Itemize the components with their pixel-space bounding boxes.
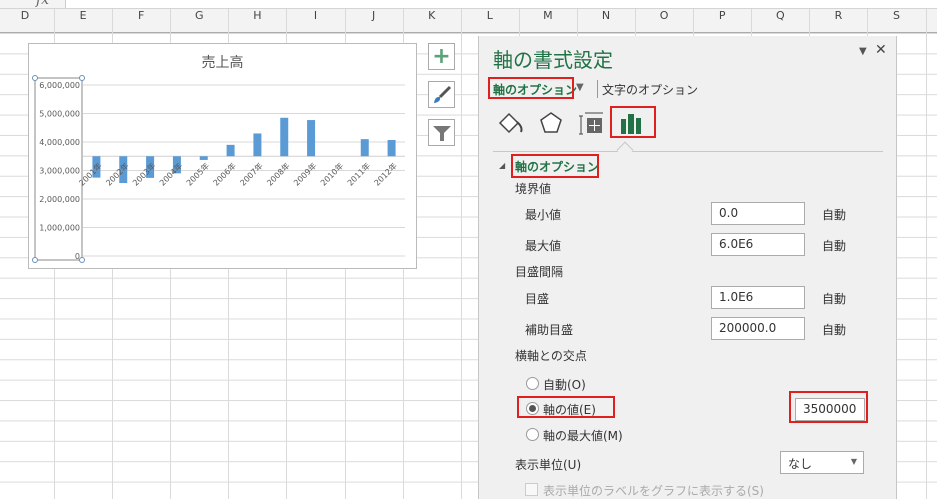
- formula-bar[interactable]: fx: [0, 0, 937, 9]
- highlight-box: [517, 396, 615, 418]
- x-tick-label: 2011年: [345, 161, 372, 188]
- chart-filters-button[interactable]: [428, 119, 455, 146]
- filter-icon: [432, 125, 451, 141]
- y-tick-label: 5,000,000: [39, 110, 80, 119]
- display-units-select[interactable]: なし ▼: [780, 451, 864, 474]
- minor-label: 補助目盛: [525, 323, 574, 337]
- y-tick-label: 4,000,000: [39, 138, 80, 147]
- x-tick-label: 2007年: [238, 161, 265, 188]
- fx-icon[interactable]: fx: [36, 0, 49, 8]
- column-header-H[interactable]: H: [228, 9, 286, 22]
- column-header-R[interactable]: R: [809, 9, 867, 22]
- major-auto-label: 自動: [822, 292, 847, 306]
- column-header-G[interactable]: G: [170, 9, 228, 22]
- display-units-value: なし: [788, 457, 813, 471]
- bar: [199, 156, 208, 160]
- tab-text-options[interactable]: 文字のオプション: [602, 81, 698, 98]
- chevron-down-icon[interactable]: ▼: [576, 82, 584, 93]
- show-units-label: 表示単位のラベルをグラフに表示する(S): [543, 484, 764, 498]
- column-divider: [925, 9, 927, 499]
- minor-input[interactable]: 200000.0: [711, 317, 805, 340]
- y-tick-label: 1,000,000: [39, 224, 80, 233]
- min-label: 最小値: [525, 208, 562, 222]
- column-header-Q[interactable]: Q: [751, 9, 809, 22]
- units-label: 目盛間隔: [515, 265, 564, 279]
- column-header-O[interactable]: O: [635, 9, 693, 22]
- bounds-label: 境界値: [515, 182, 552, 196]
- max-auto-label: 自動: [822, 239, 847, 253]
- x-tick-label: 2006年: [211, 161, 238, 188]
- radio-axis-max-label[interactable]: 軸の最大値(M): [543, 427, 623, 444]
- max-input[interactable]: 6.0E6: [711, 233, 805, 256]
- close-icon[interactable]: ✕: [875, 42, 887, 58]
- bar: [360, 139, 369, 157]
- y-tick-label: 3,000,000: [39, 167, 80, 176]
- column-header-M[interactable]: M: [519, 9, 577, 22]
- bar: [280, 117, 289, 157]
- plot-area[interactable]: 01,000,0002,000,0003,000,0004,000,0005,0…: [29, 44, 418, 270]
- x-tick-label: 2008年: [265, 161, 292, 188]
- highlight-box: [488, 77, 574, 99]
- column-header-P[interactable]: P: [693, 9, 751, 22]
- pane-menu-icon[interactable]: ▼: [859, 46, 867, 57]
- radio-auto[interactable]: [526, 377, 539, 390]
- radio-auto-label[interactable]: 自動(O): [543, 376, 586, 393]
- column-divider: [460, 9, 462, 499]
- fill-line-icon[interactable]: [497, 110, 525, 138]
- collapse-icon[interactable]: ◢: [499, 161, 505, 170]
- selection-handle: [79, 257, 85, 263]
- min-auto-label: 自動: [822, 208, 847, 222]
- major-input[interactable]: 1.0E6: [711, 286, 805, 309]
- selection-handle: [79, 75, 85, 81]
- selection-handle: [32, 257, 38, 263]
- column-header-E[interactable]: E: [54, 9, 112, 22]
- bar: [253, 133, 262, 157]
- x-tick-label: 2009年: [291, 161, 318, 188]
- highlight-box: [789, 391, 868, 423]
- chart[interactable]: 売上高 0 1,000,000 2,000,000 3,000,000 4,000,00…: [28, 43, 417, 269]
- x-tick-label: 2005年: [184, 161, 211, 188]
- column-header-N[interactable]: N: [577, 9, 635, 22]
- selection-handle: [32, 75, 38, 81]
- size-properties-icon[interactable]: [577, 110, 605, 138]
- y-tick-label: 2,000,000: [39, 195, 80, 204]
- radio-axis-max[interactable]: [526, 428, 539, 441]
- bar: [226, 144, 235, 157]
- highlight-box: [610, 106, 656, 138]
- chart-styles-button[interactable]: [428, 81, 455, 108]
- pane-title: 軸の書式設定: [493, 48, 613, 72]
- format-axis-pane: 軸の書式設定 ▼ ✕ 軸のオプション ▼ 文字のオプション ◢ 軸のオプション …: [478, 36, 897, 499]
- max-label: 最大値: [525, 239, 562, 253]
- x-tick-label: 2012年: [372, 161, 399, 188]
- x-tick-label: 2004年: [157, 161, 184, 188]
- x-tick-label: 2010年: [318, 161, 345, 188]
- y-tick-label: 6,000,000: [39, 81, 80, 90]
- divider: [493, 151, 883, 152]
- column-header-F[interactable]: F: [112, 9, 170, 22]
- highlight-box: [511, 154, 599, 178]
- major-label: 目盛: [525, 292, 550, 306]
- minor-auto-label: 自動: [822, 323, 847, 337]
- bar: [307, 120, 316, 157]
- column-header-L[interactable]: L: [461, 9, 519, 22]
- column-header-S[interactable]: S: [868, 9, 926, 22]
- bar: [387, 140, 396, 157]
- column-header-I[interactable]: I: [287, 9, 345, 22]
- divider: [597, 80, 598, 98]
- show-units-checkbox[interactable]: [525, 483, 538, 496]
- plus-icon: +: [432, 44, 451, 69]
- column-header-K[interactable]: K: [403, 9, 461, 22]
- cross-label: 横軸との交点: [515, 349, 587, 363]
- display-units-label: 表示単位(U): [515, 458, 582, 472]
- chart-elements-button[interactable]: +: [428, 43, 455, 70]
- effects-icon[interactable]: [537, 110, 565, 138]
- tab-pointer: [616, 141, 634, 159]
- name-box[interactable]: [0, 0, 66, 8]
- chevron-down-icon: ▼: [850, 457, 857, 466]
- brush-icon: [433, 85, 451, 103]
- column-header-D[interactable]: D: [0, 9, 54, 22]
- min-input[interactable]: 0.0: [711, 202, 805, 225]
- column-header-J[interactable]: J: [345, 9, 403, 22]
